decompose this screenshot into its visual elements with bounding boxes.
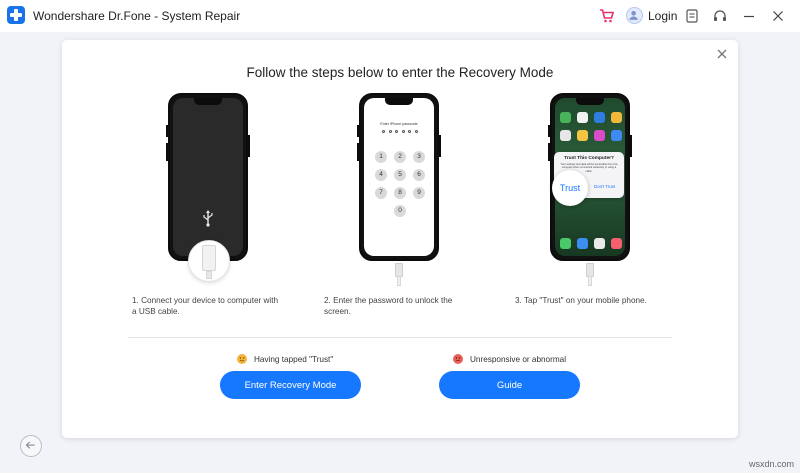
cart-icon[interactable] [599, 8, 615, 24]
phone-illustration-connect [166, 93, 250, 261]
keypad-key: 3 [413, 151, 425, 163]
window-close-icon[interactable] [770, 8, 786, 24]
watermark: wsxdn.com [748, 459, 794, 469]
headset-support-icon[interactable] [712, 8, 728, 24]
option-trusted: Having tapped "Trust" [237, 354, 333, 364]
phone-illustration-passcode: Enter iPhone passcode 1 2 3 4 5 6 7 8 9 … [357, 93, 441, 261]
keypad-key: 7 [375, 187, 387, 199]
trust-button-zoom: Trust [552, 170, 588, 206]
login-button[interactable]: Login [626, 7, 677, 24]
close-panel-icon[interactable] [716, 48, 728, 60]
app-logo-icon [7, 6, 25, 24]
divider [128, 337, 672, 338]
keypad-key: 8 [394, 187, 406, 199]
passcode-prompt: Enter iPhone passcode [380, 122, 418, 126]
title-bar: Wondershare Dr.Fone - System Repair Logi… [0, 0, 800, 32]
usb-icon [203, 210, 213, 227]
dont-trust-label: Don't Trust [594, 184, 616, 189]
page-title: Follow the steps below to enter the Reco… [246, 65, 554, 80]
keypad-key: 2 [394, 151, 406, 163]
keypad-key: 0 [394, 205, 406, 217]
feedback-icon[interactable] [684, 8, 700, 24]
step-1-text: 1. Connect your device to computer with … [132, 296, 279, 316]
keypad-key: 5 [394, 169, 406, 181]
option-trusted-label: Having tapped "Trust" [254, 354, 334, 364]
keypad-key: 1 [375, 151, 387, 163]
passcode-dots [382, 130, 418, 134]
recovery-mode-panel: Follow the steps below to enter the Reco… [62, 40, 738, 438]
back-button[interactable] [20, 435, 42, 457]
guide-button[interactable]: Guide [439, 371, 580, 399]
trust-dialog-title: Trust This Computer? [564, 156, 614, 161]
option-unresponsive-label: Unresponsive or abnormal [470, 354, 567, 364]
keypad-key: 9 [413, 187, 425, 199]
lightning-cable [586, 263, 594, 277]
step-3-text: 3. Tap "Trust" on your mobile phone. [515, 296, 647, 305]
keypad-key: 4 [375, 169, 387, 181]
enter-recovery-mode-button[interactable]: Enter Recovery Mode [220, 371, 361, 399]
trust-label: Trust [559, 183, 581, 193]
arrow-left-icon [25, 441, 35, 449]
lightning-cable [395, 263, 403, 277]
keypad-key: 6 [413, 169, 425, 181]
smile-emoji-icon [237, 354, 247, 364]
sad-emoji-icon [453, 354, 463, 364]
step-2-text: 2. Enter the password to unlock the scre… [324, 296, 453, 316]
option-unresponsive: Unresponsive or abnormal [453, 354, 566, 364]
login-label: Login [648, 8, 678, 23]
usb-cable-zoom [188, 240, 230, 282]
minimize-icon[interactable] [741, 8, 757, 24]
user-avatar-icon [626, 7, 643, 24]
app-title: Wondershare Dr.Fone - System Repair [33, 9, 241, 23]
